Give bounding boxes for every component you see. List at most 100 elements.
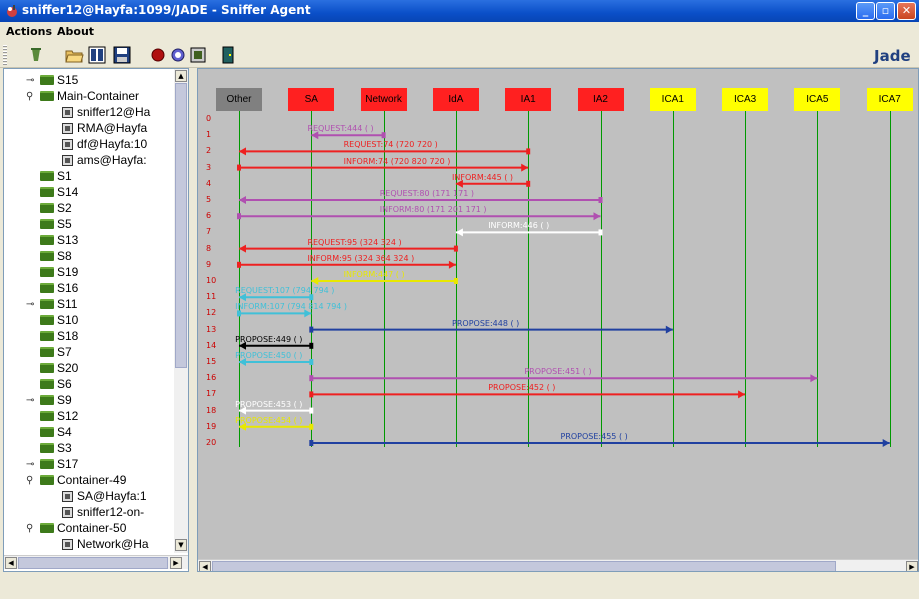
tree-container-node[interactable]: S16 — [40, 280, 78, 296]
agent-tree-panel: ⊸ S15 ⚲ Main-Container sniffer12@Ha RMA@Hayfa… — [3, 68, 189, 572]
tree-hscroll-thumb[interactable] — [18, 557, 168, 569]
tree-container-node[interactable]: S3 — [40, 440, 72, 456]
tree-container-node[interactable]: S19 — [40, 264, 78, 280]
collapsed-handle-icon[interactable]: ⊸ — [26, 395, 38, 406]
tree-agent-node[interactable]: sniffer12-on- — [62, 504, 144, 520]
message-label: PROPOSE:450 ( ) — [235, 351, 303, 360]
start-sniffing-icon[interactable] — [148, 45, 168, 65]
tree-node-label: S12 — [57, 409, 79, 423]
expanded-handle-icon[interactable]: ⚲ — [26, 523, 38, 534]
message-label: PROPOSE:455 ( ) — [560, 432, 628, 441]
folder-icon — [40, 331, 54, 341]
window-title: sniffer12@Hayfa:1099/JADE - Sniffer Agen… — [22, 3, 311, 17]
canvas-scroll-right-arrow-icon[interactable]: ▶ — [906, 561, 918, 571]
tree-container-node[interactable]: S2 — [40, 200, 72, 216]
agent-icon — [62, 122, 73, 134]
folder-icon — [40, 315, 54, 325]
tree-container-node[interactable]: ⚲ Main-Container — [26, 88, 139, 104]
folder-icon — [40, 267, 54, 277]
open-folder-icon[interactable] — [64, 45, 84, 65]
scroll-left-arrow-icon[interactable]: ◀ — [5, 557, 17, 569]
split-divider[interactable] — [189, 68, 197, 572]
tree-container-node[interactable]: S18 — [40, 328, 78, 344]
expanded-handle-icon[interactable]: ⚲ — [26, 91, 38, 102]
tree-node-label: sniffer12@Ha — [77, 105, 151, 119]
tree-node-label: S20 — [57, 361, 79, 375]
tree-node-label: S16 — [57, 281, 79, 295]
tree-vertical-scrollbar[interactable]: ▲ ▼ — [174, 69, 188, 553]
expanded-handle-icon[interactable]: ⚲ — [26, 475, 38, 486]
display-log-icon[interactable] — [87, 45, 107, 65]
folder-icon — [40, 523, 54, 533]
tree-agent-node[interactable]: SA@Hayfa:1 — [62, 488, 147, 504]
collapsed-handle-icon[interactable]: ⊸ — [26, 75, 38, 86]
collapsed-handle-icon[interactable]: ⊸ — [26, 459, 38, 470]
tree-node-label: df@Hayfa:10 — [77, 137, 148, 151]
toolbar-grip[interactable] — [3, 45, 7, 65]
tree-container-node[interactable]: S8 — [40, 248, 72, 264]
tree-horizontal-scrollbar[interactable]: ◀ ▶ — [4, 555, 188, 569]
tree-agent-node[interactable]: df@Hayfa:10 — [62, 136, 147, 152]
maximize-button[interactable]: ▫ — [876, 2, 895, 20]
tree-agent-node[interactable]: Network@Ha — [62, 536, 149, 552]
folder-icon — [40, 459, 54, 469]
scroll-down-arrow-icon[interactable]: ▼ — [175, 539, 187, 551]
canvas-horizontal-scrollbar[interactable]: ◀ ▶ — [198, 559, 918, 571]
tree-container-node[interactable]: S4 — [40, 424, 72, 440]
tree-container-node[interactable]: S5 — [40, 216, 72, 232]
tree-container-node[interactable]: S13 — [40, 232, 78, 248]
tree-container-node[interactable]: ⊸ S15 — [26, 72, 79, 88]
message-sequence-canvas: Other SA Network IdA IA1 IA2 ICA1 ICA3 ICA5 ICA7 … — [197, 68, 919, 572]
show-only-icon[interactable] — [188, 45, 208, 65]
folder-icon — [40, 171, 54, 181]
menu-bar: Actions About — [0, 22, 919, 42]
tree-agent-node[interactable]: sniffer12@Ha — [62, 104, 150, 120]
canvas-hscroll-thumb[interactable] — [212, 561, 836, 571]
folder-icon — [40, 283, 54, 293]
clear-canvas-icon[interactable] — [26, 45, 46, 65]
tree-node-label: ams@Hayfa: — [77, 153, 147, 167]
status-bar — [0, 572, 919, 599]
tree-node-label: S15 — [57, 73, 79, 87]
message-label: INFORM:445 ( ) — [452, 172, 514, 182]
message-label: REQUEST:107 (794 794 ) — [235, 286, 335, 296]
tree-scroll-thumb[interactable] — [175, 83, 187, 368]
close-button[interactable]: ✕ — [897, 2, 916, 20]
message-label: REQUEST:444 ( ) — [307, 124, 374, 134]
tree-agent-node[interactable]: RMA@Hayfa — [62, 120, 147, 136]
tree-node-label: S8 — [57, 249, 72, 263]
stop-sniffing-icon[interactable] — [168, 45, 188, 65]
toolbar: Jade — [0, 42, 919, 68]
tree-container-node[interactable]: ⚲ Container-49 — [26, 472, 126, 488]
minimize-button[interactable]: _ — [856, 2, 875, 20]
tree-container-node[interactable]: S10 — [40, 312, 78, 328]
folder-icon — [40, 411, 54, 421]
tree-container-node[interactable]: S20 — [40, 360, 78, 376]
scroll-up-arrow-icon[interactable]: ▲ — [175, 70, 187, 82]
tree-container-node[interactable]: S6 — [40, 376, 72, 392]
tree-node-label: S5 — [57, 217, 72, 231]
tree-container-node[interactable]: ⊸ S11 — [26, 296, 77, 312]
tree-agent-node[interactable]: ams@Hayfa: — [62, 152, 147, 168]
message-label: REQUEST:80 (171 171 ) — [379, 189, 474, 198]
tree-container-node[interactable]: S1 — [40, 168, 72, 184]
agent-icon — [62, 506, 73, 518]
tree-node-label: Network@Ha — [77, 537, 149, 551]
scroll-right-arrow-icon[interactable]: ▶ — [170, 557, 182, 569]
tree-container-node[interactable]: S14 — [40, 184, 78, 200]
tree-node-label: Container-50 — [57, 521, 127, 535]
folder-icon — [40, 203, 54, 213]
tree-container-node[interactable]: S12 — [40, 408, 78, 424]
message-label: PROPOSE:454 ( ) — [235, 415, 303, 425]
exit-door-icon[interactable] — [218, 45, 238, 65]
collapsed-handle-icon[interactable]: ⊸ — [26, 299, 38, 310]
tree-container-node[interactable]: ⊸ S17 — [26, 456, 78, 472]
tree-container-node[interactable]: S7 — [40, 344, 72, 360]
tree-container-node[interactable]: ⊸ S9 — [26, 392, 72, 408]
menu-actions[interactable]: Actions — [6, 25, 52, 38]
menu-about[interactable]: About — [57, 25, 94, 38]
message-label: INFORM:107 (794 814 794 ) — [235, 302, 348, 312]
save-icon[interactable] — [112, 45, 132, 65]
tree-container-node[interactable]: ⚲ Container-50 — [26, 520, 127, 536]
canvas-scroll-left-arrow-icon[interactable]: ◀ — [199, 561, 211, 571]
